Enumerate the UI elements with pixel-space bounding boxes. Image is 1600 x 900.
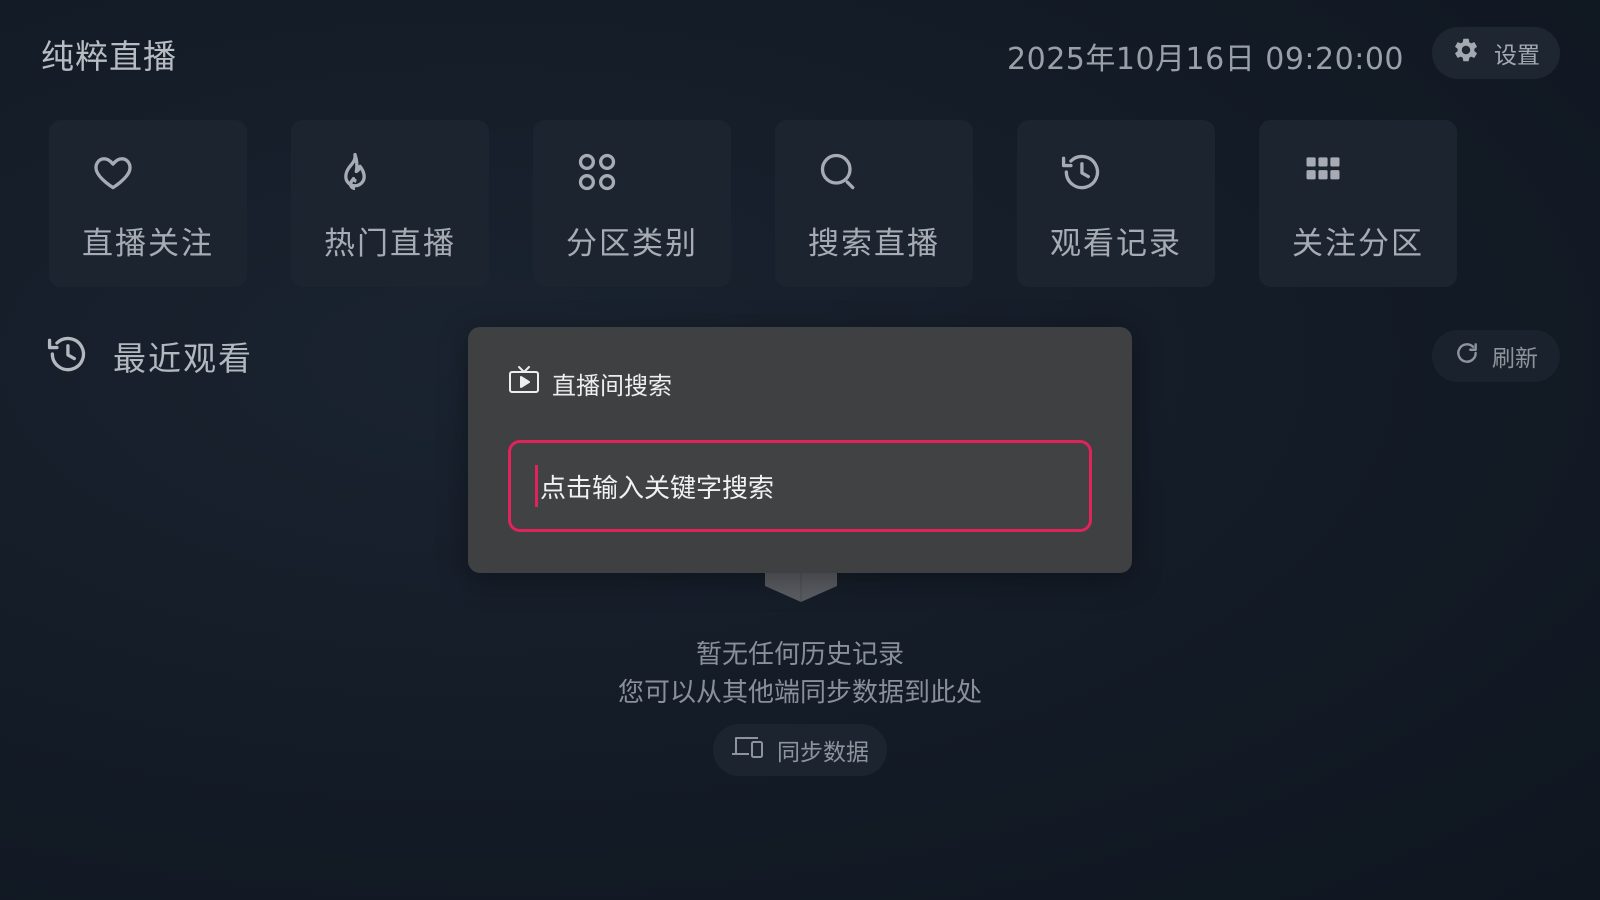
search-icon	[817, 150, 861, 194]
tile-label: 搜索直播	[808, 226, 940, 262]
grid-icon	[1301, 150, 1345, 194]
command-icon	[575, 150, 619, 194]
tile-follow-categories[interactable]: 关注分区	[1259, 120, 1457, 287]
refresh-icon	[1454, 340, 1480, 372]
search-input[interactable]: 点击输入关键字搜索	[508, 440, 1092, 532]
flame-icon	[333, 150, 377, 194]
empty-state-line: 暂无任何历史记录	[695, 640, 904, 670]
tile-follow-live[interactable]: 直播关注	[49, 120, 247, 287]
search-placeholder: 点击输入关键字搜索	[540, 473, 775, 504]
app-title: 纯粹直播	[41, 37, 177, 76]
nav-tiles: 直播关注 热门直播 分区类别 搜索直播 观看记录 关注分区	[49, 120, 1457, 287]
settings-label: 设置	[1494, 43, 1540, 69]
datetime-display: 2025年10月16日 09:20:00	[1007, 42, 1404, 77]
heart-icon	[91, 150, 135, 194]
tile-watch-history[interactable]: 观看记录	[1017, 120, 1215, 287]
sync-label: 同步数据	[777, 740, 869, 766]
tile-label: 观看记录	[1050, 226, 1182, 262]
section-title: 最近观看	[113, 339, 253, 378]
tile-label: 热门直播	[324, 226, 456, 262]
history-icon	[45, 332, 89, 380]
dialog-title: 直播间搜索	[552, 371, 672, 400]
gear-icon	[1452, 36, 1480, 70]
empty-state-message: 暂无任何历史记录 您可以从其他端同步数据到此处	[0, 636, 1600, 712]
recent-header: 最近观看	[45, 332, 253, 380]
refresh-button[interactable]: 刷新	[1432, 330, 1560, 382]
text-caret	[535, 465, 538, 507]
search-dialog: 直播间搜索 点击输入关键字搜索	[468, 327, 1132, 573]
dialog-header: 直播间搜索	[508, 365, 672, 401]
refresh-label: 刷新	[1492, 346, 1538, 372]
empty-state-line: 您可以从其他端同步数据到此处	[617, 678, 982, 708]
tile-label: 分区类别	[566, 226, 698, 262]
history-icon	[1059, 150, 1103, 194]
sync-data-button[interactable]: 同步数据	[713, 724, 887, 776]
live-tv-icon	[508, 365, 540, 401]
tile-search-live[interactable]: 搜索直播	[775, 120, 973, 287]
tile-hot-live[interactable]: 热门直播	[291, 120, 489, 287]
settings-button[interactable]: 设置	[1432, 27, 1560, 79]
devices-icon	[731, 733, 765, 767]
tile-label: 直播关注	[82, 226, 214, 262]
tile-label: 关注分区	[1292, 226, 1424, 262]
tile-categories[interactable]: 分区类别	[533, 120, 731, 287]
